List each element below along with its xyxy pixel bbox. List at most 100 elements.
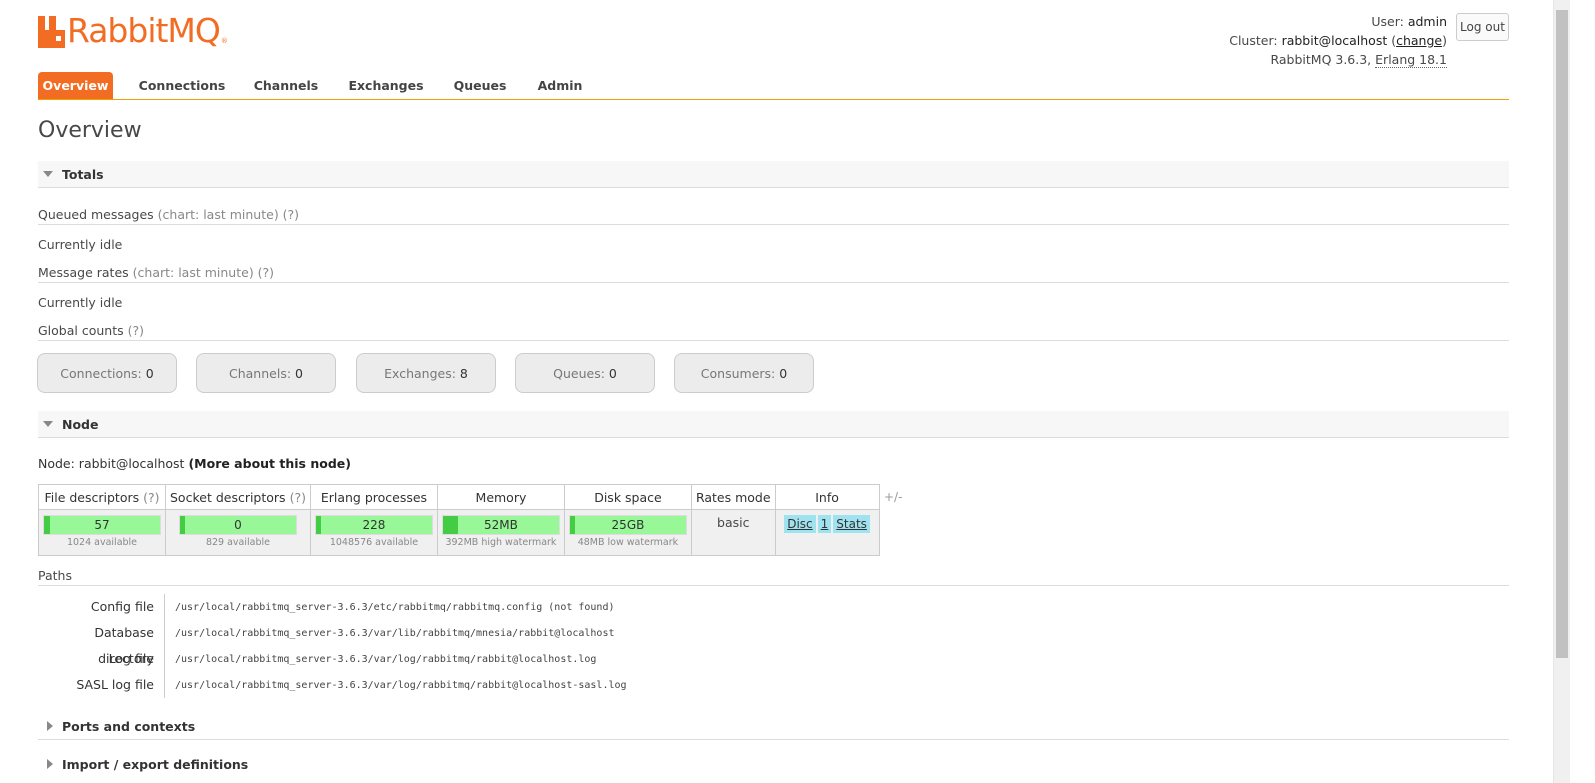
path-row-sasl-log: SASL log file /usr/local/rabbitmq_server…: [38, 672, 627, 698]
expand-triangle-icon: [47, 721, 53, 731]
tab-connections[interactable]: Connections: [134, 72, 230, 99]
logo-text: RabbitMQ: [67, 11, 221, 50]
path-row-database: Database directory /usr/local/rabbitmq_s…: [38, 620, 615, 666]
memory-watermark: 392MB high watermark: [445, 537, 557, 548]
ports-contexts-heading: Ports and contexts: [62, 719, 196, 734]
scrollbar-thumb[interactable]: [1556, 10, 1568, 658]
col-rates-mode: Rates mode: [690, 484, 776, 510]
info-cell: Disc 1 Stats: [774, 509, 880, 556]
page-scrollbar[interactable]: [1553, 0, 1570, 783]
main-nav-tabs: Overview Connections Channels Exchanges …: [38, 72, 1509, 100]
tab-overview[interactable]: Overview: [38, 72, 113, 99]
path-row-log: Log file /usr/local/rabbitmq_server-3.6.…: [38, 646, 596, 672]
import-export-heading: Import / export definitions: [62, 757, 249, 772]
collapse-triangle-icon: [43, 421, 53, 427]
erlang-processes-bar: 228: [314, 515, 433, 535]
count-value: 0: [779, 366, 788, 381]
path-row-config: Config file /usr/local/rabbitmq_server-3…: [38, 594, 615, 620]
global-counts-help[interactable]: (?): [128, 323, 144, 338]
node-stats-table: File descriptors (?) Socket descriptors …: [38, 484, 880, 556]
disk-space-cell: 25GB 48MB low watermark: [563, 509, 692, 556]
cluster-change-link[interactable]: change: [1396, 33, 1442, 48]
col-info: Info: [774, 484, 880, 510]
path-value: /usr/local/rabbitmq_server-3.6.3/var/lib…: [175, 627, 615, 639]
global-counts-header: Global counts (?): [38, 323, 1509, 341]
page-title: Overview: [38, 118, 142, 143]
file-descriptors-cell: 57 1024 available: [38, 509, 166, 556]
memory-bar: 52MB: [441, 515, 560, 535]
col-memory: Memory: [436, 484, 565, 510]
count-label: Connections:: [60, 366, 142, 381]
ports-contexts-section-header[interactable]: Ports and contexts: [38, 713, 1509, 740]
tab-queues[interactable]: Queues: [448, 72, 512, 99]
header-info: User: admin Cluster: rabbit@localhost (c…: [1229, 12, 1447, 69]
totals-section-header[interactable]: Totals: [38, 161, 1509, 188]
col-socket-descriptors: Socket descriptors (?): [165, 484, 311, 510]
col-file-descriptors: File descriptors (?): [38, 484, 166, 510]
help-icon[interactable]: (?): [143, 490, 159, 505]
path-value: /usr/local/rabbitmq_server-3.6.3/var/log…: [175, 653, 597, 665]
tab-exchanges[interactable]: Exchanges: [342, 72, 430, 99]
node-name: Node: rabbit@localhost: [38, 456, 185, 471]
node-heading: Node: [62, 417, 99, 432]
tab-admin[interactable]: Admin: [532, 72, 588, 99]
count-value: 0: [295, 366, 303, 381]
user-name: admin: [1407, 14, 1447, 29]
erlang-version: Erlang 18.1: [1375, 52, 1447, 68]
path-label: Database directory: [38, 620, 165, 666]
path-label: SASL log file: [38, 672, 165, 698]
tab-channels[interactable]: Channels: [248, 72, 324, 99]
rabbitmq-version: RabbitMQ 3.6.3,: [1270, 52, 1372, 67]
socket-descriptors-available: 829 available: [205, 537, 270, 548]
col-disk-space: Disk space: [563, 484, 692, 510]
count-value: 0: [145, 366, 154, 381]
connections-count-box[interactable]: Connections: 0: [37, 353, 177, 393]
info-tag-stats[interactable]: Stats: [833, 515, 870, 533]
queued-messages-label: Queued messages: [38, 207, 154, 222]
import-export-section-header[interactable]: Import / export definitions: [38, 751, 1509, 778]
consumers-count-box[interactable]: Consumers: 0: [674, 353, 814, 393]
toggle-columns-link[interactable]: +/-: [884, 490, 902, 504]
user-label: User:: [1371, 14, 1404, 29]
cluster-name: rabbit@localhost: [1281, 33, 1388, 48]
help-icon[interactable]: (?): [290, 490, 306, 505]
collapse-triangle-icon: [43, 171, 53, 177]
count-value: 8: [459, 366, 468, 381]
queued-messages-header[interactable]: Queued messages (chart: last minute) (?): [38, 207, 1509, 225]
socket-descriptors-bar: 0: [178, 515, 297, 535]
more-about-node-link[interactable]: (More about this node): [188, 456, 351, 471]
col-erlang-processes: Erlang processes: [309, 484, 438, 510]
count-label: Channels:: [229, 366, 292, 381]
global-counts-label: Global counts: [38, 323, 124, 338]
exchanges-count-box[interactable]: Exchanges: 8: [356, 353, 496, 393]
count-label: Exchanges:: [384, 366, 456, 381]
count-label: Consumers:: [700, 366, 776, 381]
rates-mode-cell: basic: [690, 509, 776, 556]
socket-descriptors-cell: 0 829 available: [165, 509, 311, 556]
path-value: /usr/local/rabbitmq_server-3.6.3/var/log…: [175, 679, 627, 691]
totals-heading: Totals: [62, 167, 104, 182]
path-value: /usr/local/rabbitmq_server-3.6.3/etc/rab…: [175, 601, 615, 613]
count-value: 0: [608, 366, 617, 381]
count-label: Queues:: [553, 366, 605, 381]
logo-registered-mark: ®: [220, 37, 228, 45]
memory-cell: 52MB 392MB high watermark: [436, 509, 565, 556]
logout-button[interactable]: Log out: [1456, 13, 1509, 41]
paths-title: Paths: [38, 568, 1509, 586]
user-line: User: admin: [1229, 12, 1447, 31]
expand-triangle-icon: [47, 759, 53, 769]
rates-idle-text: Currently idle: [38, 295, 123, 310]
info-tag-1[interactable]: 1: [817, 515, 832, 533]
rabbitmq-logo[interactable]: RabbitMQ ®: [38, 14, 228, 48]
file-descriptors-bar: 57: [43, 515, 161, 535]
queues-count-box[interactable]: Queues: 0: [515, 353, 655, 393]
message-rates-header[interactable]: Message rates (chart: last minute) (?): [38, 265, 1509, 283]
erlang-processes-available: 1048576 available: [329, 537, 419, 548]
cluster-label: Cluster:: [1229, 33, 1278, 48]
info-tag-disc[interactable]: Disc: [784, 515, 816, 533]
queued-messages-hint[interactable]: (chart: last minute) (?): [158, 207, 299, 222]
message-rates-hint[interactable]: (chart: last minute) (?): [133, 265, 274, 280]
file-descriptors-available: 1024 available: [66, 537, 138, 548]
channels-count-box[interactable]: Channels: 0: [196, 353, 336, 393]
node-section-header[interactable]: Node: [38, 411, 1509, 438]
